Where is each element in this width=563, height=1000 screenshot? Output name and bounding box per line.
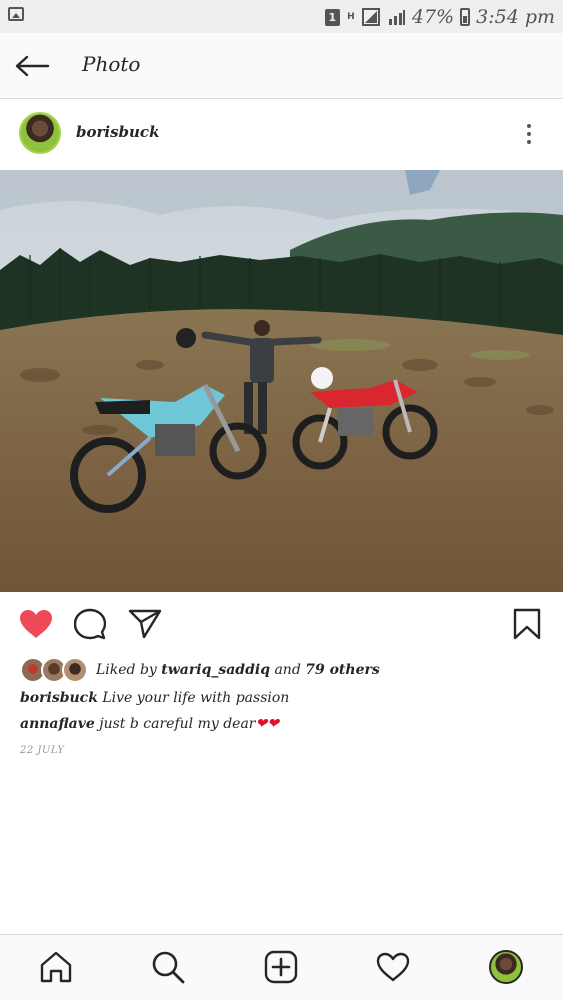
author-avatar[interactable] — [19, 112, 61, 154]
heart-filled-icon — [20, 610, 52, 638]
clock: 3:54 pm — [476, 6, 555, 28]
liked-by-text: Liked by twariq_saddiq and 79 others — [96, 662, 380, 678]
gallery-notification-icon — [8, 7, 24, 21]
nav-profile[interactable] — [486, 947, 526, 987]
home-icon — [40, 951, 72, 983]
comment-icon — [74, 608, 106, 640]
comment-username[interactable]: annaflave — [20, 716, 95, 732]
activity-heart-icon — [376, 952, 410, 982]
battery-icon — [460, 8, 471, 26]
liked-by-prefix: Liked by — [96, 662, 162, 678]
back-button[interactable] — [12, 48, 52, 84]
search-icon — [152, 951, 185, 984]
comment-heart-emoji: ❤❤ — [255, 716, 279, 732]
likes-row[interactable]: Liked by twariq_saddiq and 79 others — [20, 656, 380, 684]
liked-by-others[interactable]: 79 others — [305, 662, 380, 678]
send-icon — [128, 609, 162, 639]
battery-percent: 47% — [411, 6, 455, 28]
bookmark-icon — [513, 608, 541, 640]
comment-item: annaflave just b careful my dear❤❤ — [20, 716, 279, 732]
nav-activity[interactable] — [373, 947, 413, 987]
profile-avatar — [489, 950, 523, 984]
nav-search[interactable] — [148, 947, 188, 987]
caption-text: Live your life with passion — [97, 690, 290, 706]
post-caption: borisbuck Live your life with passion — [20, 690, 289, 706]
sim-badge: 1 — [324, 8, 340, 26]
arrow-left-icon — [15, 55, 50, 77]
author-username[interactable]: borisbuck — [76, 123, 159, 141]
nav-home[interactable] — [36, 947, 76, 987]
caption-username[interactable]: borisbuck — [20, 690, 98, 706]
more-vertical-icon — [527, 124, 531, 128]
post-date: 22 JULY — [20, 745, 65, 756]
save-button[interactable] — [507, 604, 547, 644]
post-photo[interactable] — [0, 170, 563, 592]
liker-avatars — [20, 657, 88, 683]
signal-bars-icon — [388, 10, 405, 25]
post-image — [0, 170, 563, 592]
share-button[interactable] — [125, 604, 165, 644]
top-nav: Photo — [0, 33, 563, 99]
comment-button[interactable] — [70, 604, 110, 644]
like-button[interactable] — [16, 604, 56, 644]
status-bar-right: 1 H 47% 3:54 pm — [324, 4, 555, 30]
post-actions — [0, 596, 563, 650]
post-header: borisbuck — [0, 100, 563, 170]
liked-by-suffix: and — [270, 662, 306, 678]
network-type: H — [347, 11, 355, 22]
more-dot — [527, 140, 531, 144]
more-options-button[interactable] — [515, 120, 543, 148]
liker-avatar — [62, 657, 88, 683]
liked-by-user[interactable]: twariq_saddiq — [161, 662, 270, 678]
more-dot — [527, 132, 531, 136]
comment-text: just b careful my dear — [94, 716, 256, 732]
bottom-nav — [0, 934, 563, 1000]
nav-new-post[interactable] — [261, 947, 301, 987]
add-post-icon — [264, 950, 298, 984]
page-title: Photo — [82, 52, 141, 76]
signal-icon — [361, 8, 380, 26]
status-bar: 1 H 47% 3:54 pm — [0, 0, 563, 33]
